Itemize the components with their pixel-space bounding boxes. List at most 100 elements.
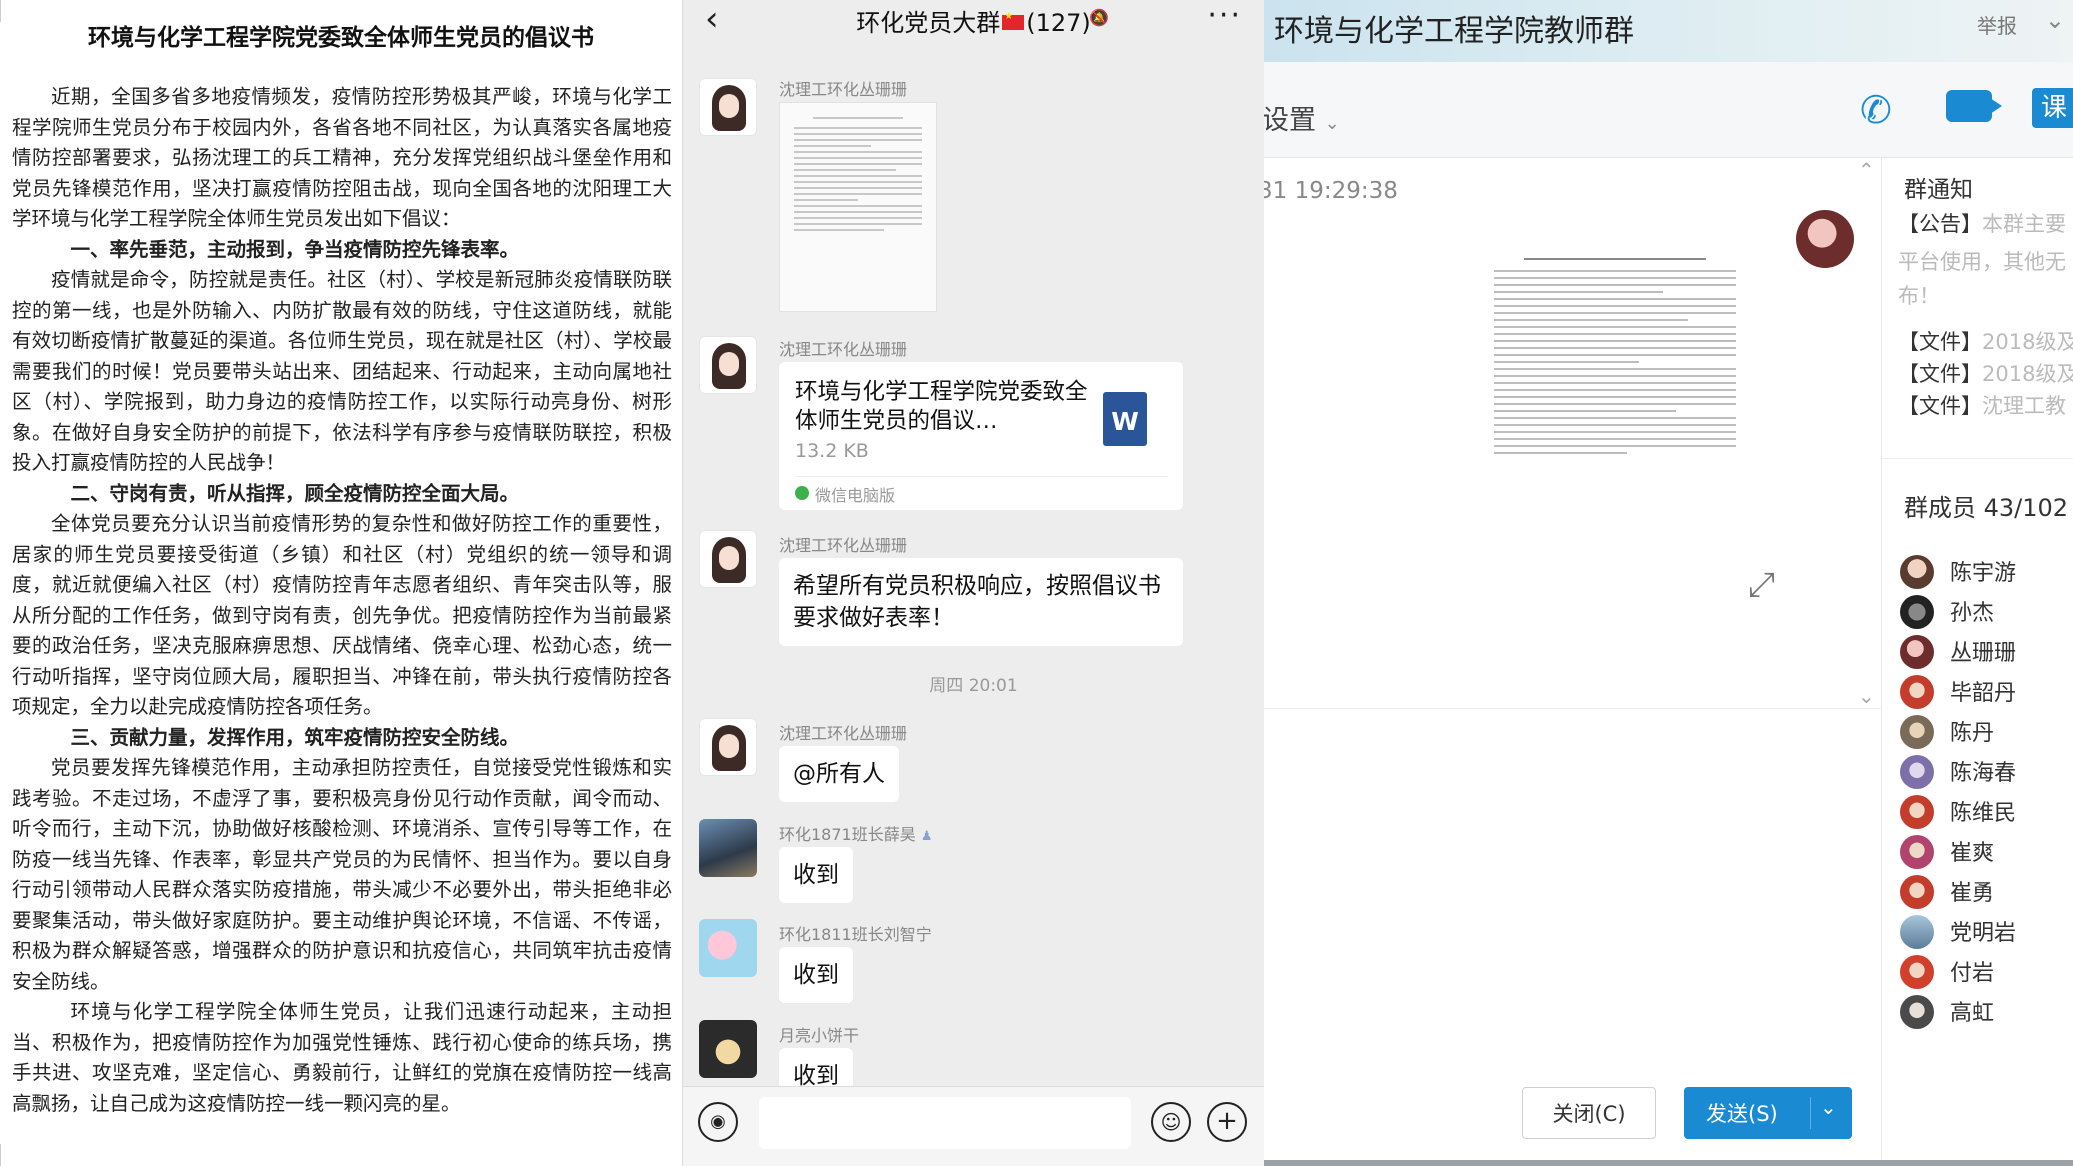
chat-header: ‹ 环化党员大群(127) 🔕 ··· [683, 0, 1264, 40]
member-count: (127) [1026, 9, 1091, 37]
page-corner [0, 1144, 10, 1166]
member-item[interactable]: 丛珊珊 [1900, 633, 2073, 669]
video-call-icon[interactable] [1946, 90, 2002, 122]
group-message-area: ⌃ 31 19:29:38 ⌄ [1264, 158, 1881, 708]
member-item[interactable]: 高虹 [1900, 993, 2073, 1029]
phone-icon[interactable]: ✆ [1860, 88, 1892, 132]
file-name: 环境与化学工程学院党委致全体师生党员的倡议… [795, 379, 1088, 434]
chat-title: 环化党员大群 (127) [683, 3, 1264, 38]
group-header: 环境与化学工程学院教师群 举报 ⌄ [1264, 0, 2073, 62]
message-input-area[interactable]: 关闭(C) 发送(S) ⌄ [1264, 708, 1881, 1166]
notice-item[interactable]: 【公告】本群主要 [1898, 208, 2066, 238]
member-item[interactable]: 陈丹 [1900, 713, 2073, 749]
members-title: 群成员 43/102 [1904, 494, 2069, 522]
window-bottom-border [1264, 1160, 2073, 1166]
file-source: 微信电脑版 [815, 486, 896, 505]
avatar [1900, 635, 1934, 669]
member-item[interactable]: 付岩 [1900, 953, 2073, 989]
sender-name: 沈理工环化丛珊珊 [779, 724, 908, 743]
avatar[interactable] [1796, 210, 1854, 268]
avatar[interactable] [699, 919, 757, 977]
send-button[interactable]: 发送(S) ⌄ [1684, 1087, 1852, 1139]
doc-heading: 三、贡献力量，发挥作用，筑牢疫情防控安全防线。 [70, 725, 520, 749]
mute-bell-icon: 🔕 [1089, 8, 1109, 27]
member-item[interactable]: 崔爽 [1900, 833, 2073, 869]
doc-paragraph: 党员要发挥先锋模范作用，主动承担防控责任，自觉接受党性锻炼和实践考验。不走过场，… [12, 756, 672, 993]
notice-item[interactable]: 【文件】沈理工教 [1898, 390, 2066, 420]
voice-icon[interactable]: ◉ [698, 1102, 738, 1142]
member-item[interactable]: 崔勇 [1900, 873, 2073, 909]
word-file-icon: W [1103, 392, 1147, 446]
member-item[interactable]: 陈宇游 [1900, 553, 2073, 589]
doc-paragraph: 近期，全国多省多地疫情频发，疫情防控形势极其严峻，环境与化学工程学院师生党员分布… [12, 85, 672, 230]
collapse-icon[interactable]: ⌄ [1858, 684, 1875, 708]
settings-dropdown[interactable]: 设置 ⌄ [1264, 98, 1340, 137]
avatar[interactable] [699, 1020, 757, 1078]
more-options-icon[interactable]: ··· [1207, 0, 1242, 33]
notice-item: 布！ [1898, 284, 1940, 308]
avatar [1900, 555, 1934, 589]
expand-icon[interactable]: ⤢ [1748, 565, 1775, 605]
avatar [1900, 715, 1934, 749]
document-body: 近期，全国多省多地疫情频发，疫情防控形势极其严峻，环境与化学工程学院师生党员分布… [12, 82, 672, 1119]
group-title: 环境与化学工程学院教师群 [1274, 14, 1634, 49]
avatar[interactable] [699, 530, 757, 588]
chevron-down-icon: ⌄ [1820, 1095, 1837, 1119]
doc-paragraph: 环境与化学工程学院全体师生党员，让我们迅速行动起来，主动担当、积极作为，把疫情防… [12, 1000, 672, 1115]
lesson-button[interactable]: 课 [2032, 88, 2073, 128]
avatar[interactable] [699, 819, 757, 877]
avatar [1900, 835, 1934, 869]
sender-name: 沈理工环化丛珊珊 [779, 80, 908, 99]
document-image-thumbnail[interactable] [779, 102, 937, 312]
doc-paragraph: 疫情就是命令，防控就是责任。社区（村）、学校是新冠肺炎疫情联防联控的第一线，也是… [12, 268, 672, 474]
report-link[interactable]: 举报 [1977, 10, 2017, 39]
collapse-icon[interactable]: ⌃ [1858, 158, 1875, 182]
message-bubble[interactable]: 收到 [779, 947, 853, 1003]
message-bubble[interactable]: @所有人 [779, 746, 899, 802]
message-input[interactable] [759, 1097, 1131, 1149]
doc-heading: 一、率先垂范，主动报到，争当疫情防控先锋表率。 [70, 237, 520, 261]
sender-name: 沈理工环化丛珊珊 [779, 536, 908, 555]
message-timestamp: 31 19:29:38 [1264, 178, 1398, 204]
wechat-icon [795, 486, 809, 500]
notice-item[interactable]: 【文件】2018级及 [1898, 358, 2073, 388]
sender-name: 沈理工环化丛珊珊 [779, 340, 908, 359]
file-size: 13.2 KB [795, 440, 869, 462]
avatar[interactable] [699, 78, 757, 136]
chat-input-bar: ◉ ☺ + [683, 1086, 1264, 1166]
qq-group-panel: 环境与化学工程学院教师群 举报 ⌄ 设置 ⌄ ✆ 课 ⌃ 31 19:29:38… [1264, 0, 2073, 1166]
avatar [1900, 995, 1934, 1029]
sender-name: 月亮小饼干 [779, 1026, 860, 1045]
avatar[interactable] [699, 336, 757, 394]
sender-name: 环化1811班长刘智宁 [779, 925, 932, 944]
chevron-down-icon[interactable]: ⌄ [2045, 6, 2065, 34]
time-separator: 周四 20:01 [929, 676, 1018, 696]
member-item[interactable]: 孙杰 [1900, 593, 2073, 629]
avatar [1900, 675, 1934, 709]
avatar[interactable] [699, 718, 757, 776]
member-item[interactable]: 陈海春 [1900, 753, 2073, 789]
member-item[interactable]: 毕韶丹 [1900, 673, 2073, 709]
file-message-card[interactable]: 环境与化学工程学院党委致全体师生党员的倡议… 13.2 KB W 微信电脑版 [779, 362, 1183, 510]
close-button[interactable]: 关闭(C) [1522, 1087, 1656, 1139]
message-bubble[interactable]: 希望所有党员积极响应，按照倡议书要求做好表率！ [779, 558, 1183, 646]
member-item[interactable]: 党明岩 [1900, 913, 2073, 949]
notice-item[interactable]: 【文件】2018级及 [1898, 326, 2073, 356]
sender-name: 环化1871班长薛昊 ♟ [779, 825, 933, 844]
avatar [1900, 755, 1934, 789]
emoji-icon[interactable]: ☺ [1151, 1102, 1191, 1142]
document-image-preview[interactable] [1484, 244, 1746, 624]
notice-title: 群通知 [1904, 177, 1973, 203]
group-toolbar: 设置 ⌄ ✆ 课 [1264, 62, 2073, 158]
flag-icon [1002, 11, 1025, 30]
message-bubble[interactable]: 收到 [779, 847, 853, 903]
wechat-chat-panel: ‹ 环化党员大群(127) 🔕 ··· 沈理工环化丛珊珊 沈理工环化丛珊珊 环境… [682, 0, 1264, 1166]
doc-paragraph: 全体党员要充分认识当前疫情形势的复杂性和做好防控工作的重要性，居家的师生党员要接… [12, 512, 672, 718]
member-item[interactable]: 陈维民 [1900, 793, 2073, 829]
plus-icon[interactable]: + [1207, 1102, 1247, 1142]
doc-heading: 二、守岗有责，听从指挥，顾全疫情防控全面大局。 [70, 481, 520, 505]
avatar [1900, 595, 1934, 629]
document-panel: 环境与化学工程学院党委致全体师生党员的倡议书 近期，全国多省多地疫情频发，疫情防… [0, 0, 682, 1166]
group-sidebar: 群通知 【公告】本群主要 平台使用，其他无 布！ 【文件】2018级及 【文件】… [1881, 158, 2073, 1166]
notice-item: 平台使用，其他无 [1898, 250, 2066, 274]
